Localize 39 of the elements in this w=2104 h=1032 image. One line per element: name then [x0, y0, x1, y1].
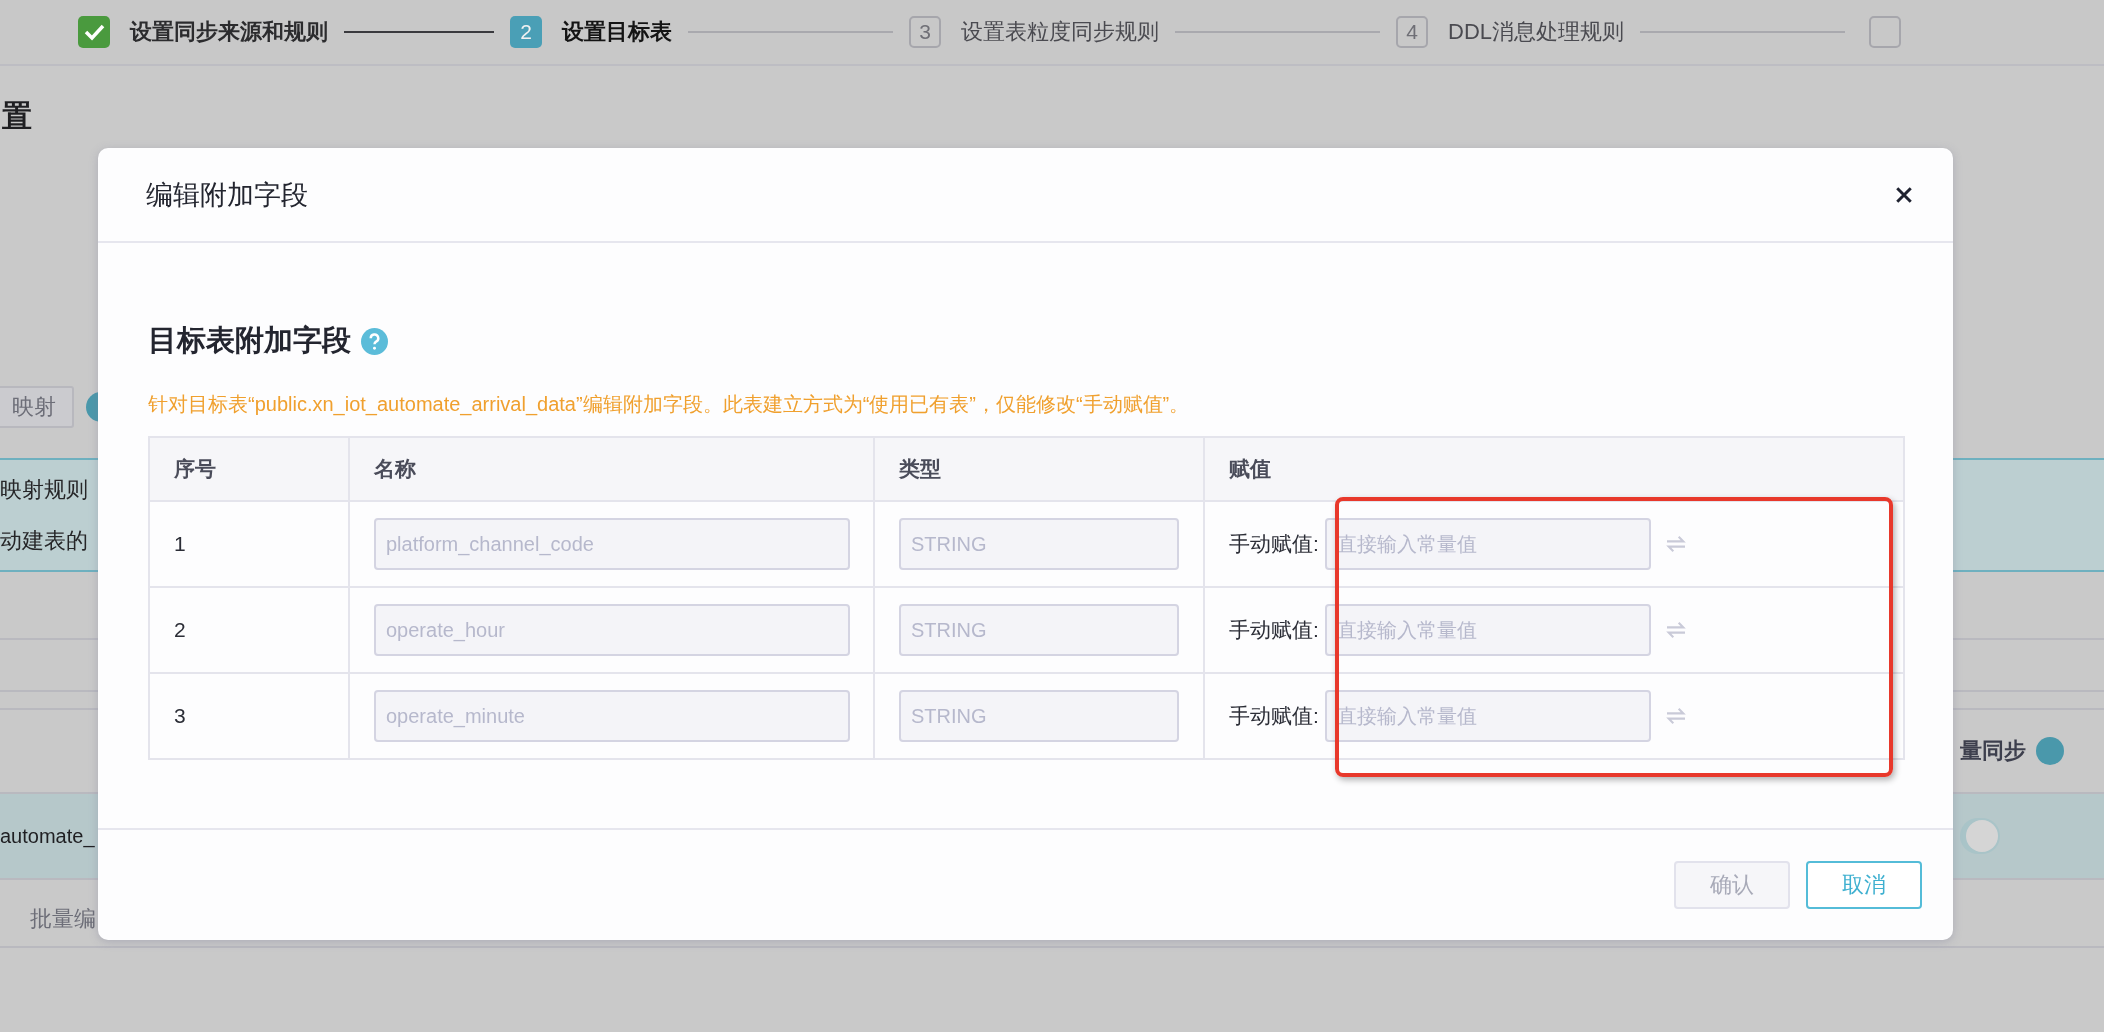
cancel-button[interactable]: 取消	[1806, 861, 1922, 909]
column-header: 序号	[150, 438, 350, 500]
help-icon[interactable]	[361, 327, 388, 355]
column-header: 量同步	[1960, 737, 2026, 765]
notice-text: 针对目标表“public.xn_iot_automate_arrival_data”编辑附加字段。此表建立方式为“使用已有表”，仅能修改“手动赋值”。	[148, 392, 1191, 418]
dialog-title: 编辑附加字段	[146, 178, 308, 212]
section-title: 目标表附加字段	[148, 323, 351, 358]
column-header: 名称	[350, 438, 875, 500]
swap-icon[interactable]	[1664, 707, 1687, 725]
step-label[interactable]: 设置目标表	[562, 17, 672, 47]
close-icon[interactable]	[1895, 185, 1913, 204]
table-cell: 1	[150, 502, 350, 586]
step-label[interactable]: 设置表粒度同步规则	[961, 17, 1159, 47]
field-label: 手动赋值:	[1229, 703, 1319, 729]
step-label[interactable]: DDL消息处理规则	[1448, 17, 1624, 47]
table-cell: 3	[150, 674, 350, 758]
toggle-switch[interactable]	[1960, 818, 2000, 854]
info-text: 映射规则	[0, 475, 88, 504]
step-box	[1869, 16, 1901, 48]
info-text: 动建表的	[0, 526, 88, 555]
help-icon[interactable]	[2036, 737, 2064, 765]
value-field[interactable]: 直接输入常量值	[1324, 604, 1651, 656]
step-label[interactable]: 设置同步来源和规则	[130, 17, 328, 47]
batch-edit-button[interactable]: 批量编	[0, 894, 96, 944]
step-number: 2	[510, 16, 542, 48]
swap-icon[interactable]	[1664, 535, 1687, 553]
column-header: 类型	[875, 438, 1205, 500]
table-cell: automate_	[0, 824, 95, 848]
step-number: 4	[1396, 16, 1428, 48]
step-number: 3	[909, 16, 941, 48]
column-header: 赋值	[1228, 456, 1272, 482]
mapping-button[interactable]: 映射	[0, 386, 74, 428]
value-field[interactable]: 直接输入常量值	[1324, 518, 1651, 570]
page-heading: 置	[2, 98, 32, 134]
value-field[interactable]: 直接输入常量值	[1324, 690, 1651, 742]
field-label: 手动赋值:	[1229, 617, 1319, 643]
swap-icon[interactable]	[1664, 621, 1687, 639]
table-cell: 2	[150, 588, 350, 672]
field-label: 手动赋值:	[1229, 531, 1319, 557]
